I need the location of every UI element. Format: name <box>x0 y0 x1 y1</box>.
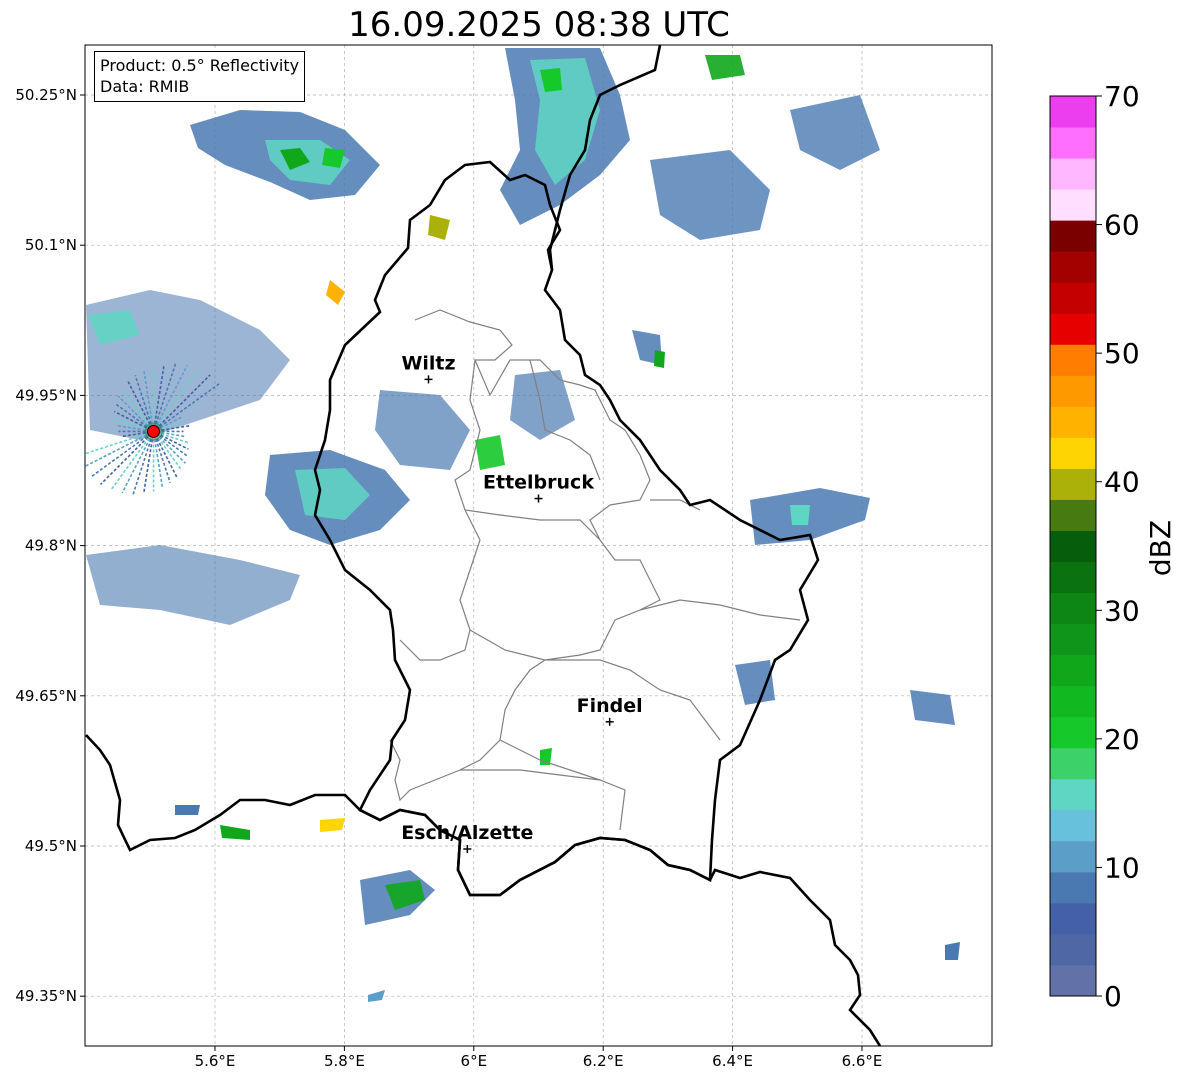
lon-tick-label: 6.4°E <box>712 1052 753 1070</box>
radar-site-dot <box>147 424 161 438</box>
echo-cluster <box>320 818 345 832</box>
lon-tick-label: 6.6°E <box>842 1052 883 1070</box>
lon-tick-label: 6.2°E <box>583 1052 624 1070</box>
lat-tick-label: 49.8°N <box>25 537 77 555</box>
radar-map: Wiltz Ettelbruck Findel Esch/Alzette 5.6°E 5… <box>15 44 993 1070</box>
city-label: Ettelbruck <box>483 472 594 494</box>
echo-cluster <box>790 505 810 525</box>
lat-tick-label: 50.1°N <box>25 236 77 254</box>
echo-cluster <box>910 690 955 725</box>
lat-tick-label: 50.25°N <box>15 86 77 104</box>
lat-tick-label: 49.5°N <box>25 837 77 855</box>
lon-tick-label: 5.6°E <box>195 1052 236 1070</box>
data-source-label: Data: RMIB <box>100 77 190 96</box>
echo-cluster <box>654 350 665 368</box>
product-label: Product: 0.5° Reflectivity <box>100 56 300 75</box>
city-label: Findel <box>577 695 643 717</box>
echo-cluster <box>475 435 505 470</box>
echo-cluster <box>945 942 960 960</box>
lat-tick-label: 49.95°N <box>15 386 77 404</box>
radar-site-marker <box>144 422 163 441</box>
city-label: Wiltz <box>401 352 455 374</box>
city-label: Esch/Alzette <box>401 822 533 844</box>
lat-tick-label: 49.35°N <box>15 987 77 1005</box>
lon-tick-label: 6°E <box>461 1052 488 1070</box>
lon-tick-label: 5.8°E <box>324 1052 365 1070</box>
lat-tick-label: 49.65°N <box>15 687 77 705</box>
product-info-box: Product: 0.5° Reflectivity Data: RMIB <box>94 51 306 102</box>
echo-cluster <box>175 805 200 815</box>
